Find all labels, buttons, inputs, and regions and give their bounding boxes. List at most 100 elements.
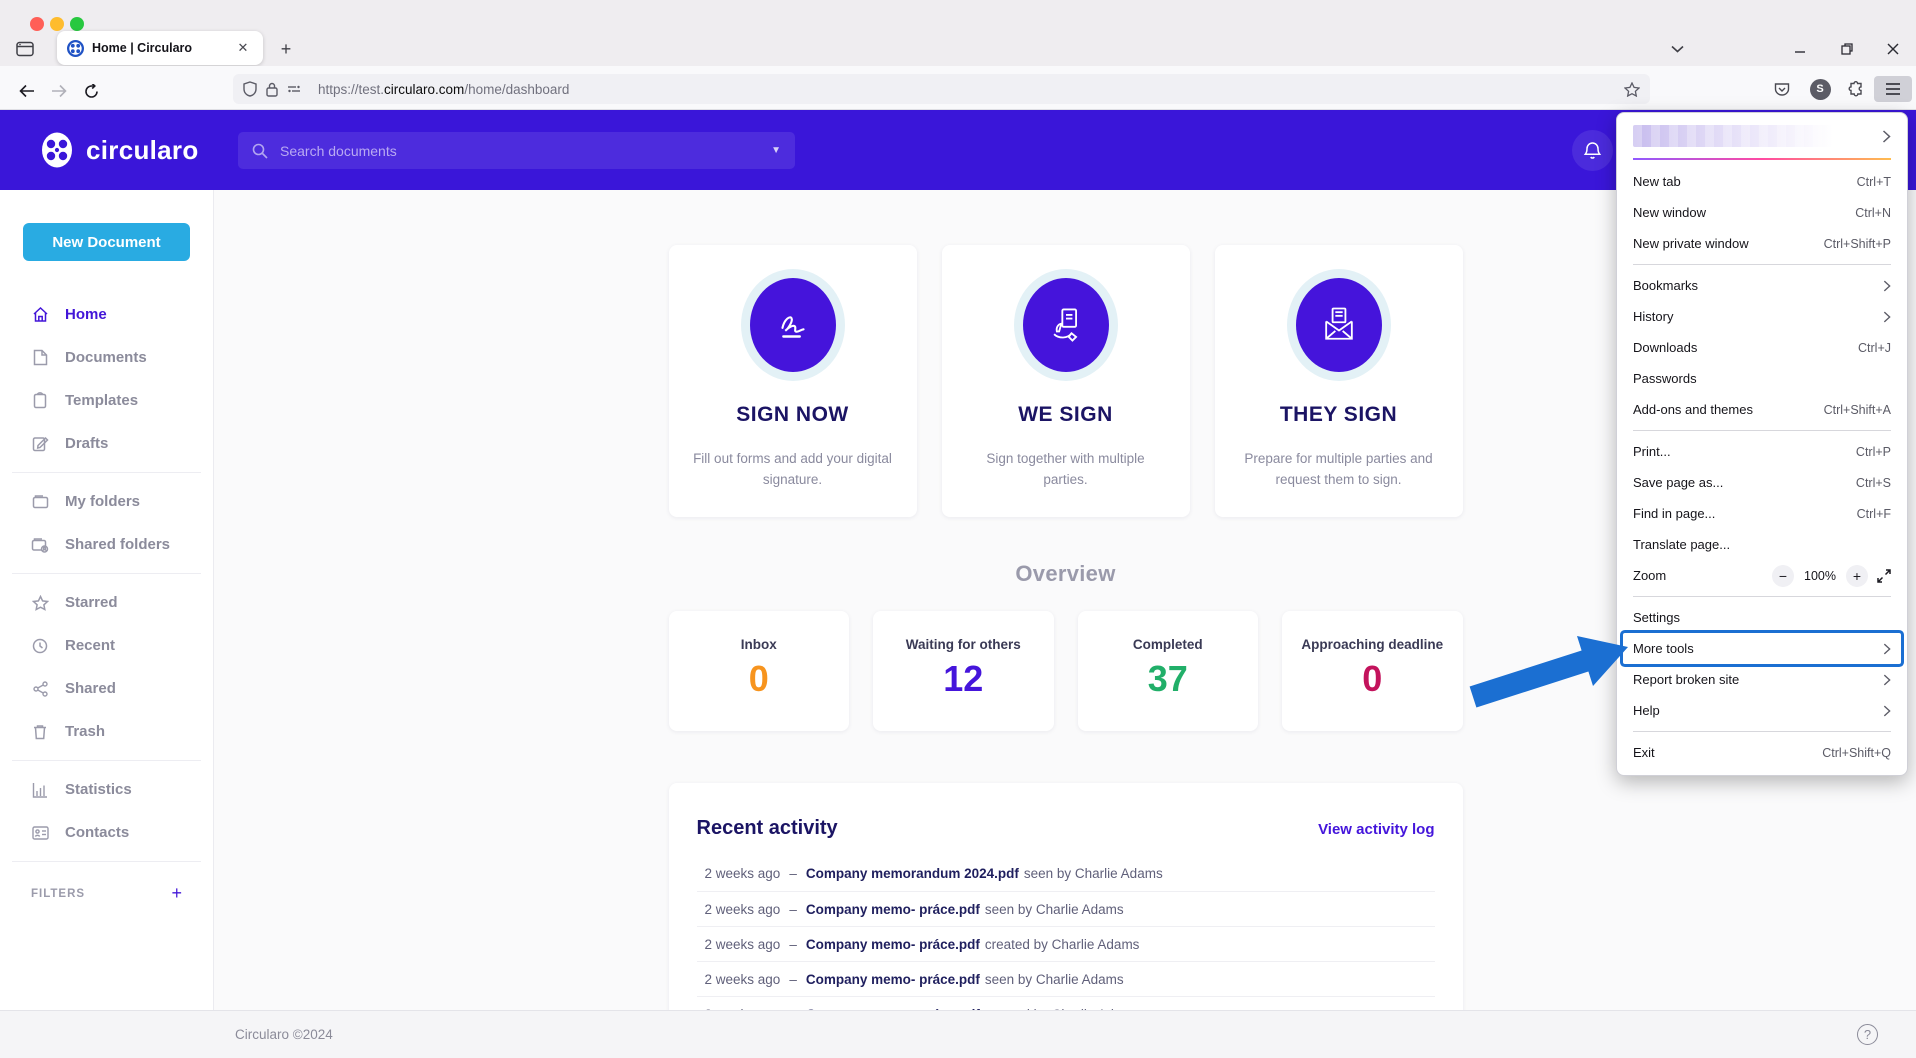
activity-row[interactable]: 2 weeks ago – Company memorandum 2024.pd…	[697, 856, 1435, 891]
menu-divider	[1633, 264, 1891, 265]
menu-item-history[interactable]: History	[1623, 301, 1901, 332]
menu-item-translate-page[interactable]: Translate page...	[1623, 529, 1901, 560]
search-input[interactable]	[278, 142, 771, 160]
stat-inbox[interactable]: Inbox 0	[669, 611, 850, 731]
menu-item-label: Print...	[1633, 444, 1856, 459]
pocket-icon[interactable]	[1768, 76, 1796, 102]
tracking-shield-icon[interactable]	[243, 81, 257, 97]
menu-item-report-broken-site[interactable]: Report broken site	[1623, 664, 1901, 695]
window-close-button[interactable]	[1879, 36, 1907, 62]
sidebar-item-statistics[interactable]: Statistics	[0, 768, 213, 811]
help-icon[interactable]: ?	[1857, 1024, 1878, 1045]
lock-icon[interactable]	[266, 82, 278, 97]
account-badge[interactable]: S	[1806, 76, 1834, 102]
activity-row[interactable]: 2 weeks ago – Company memo- práce.pdf se…	[697, 891, 1435, 926]
menu-item-more-tools[interactable]: More tools	[1623, 633, 1901, 664]
contact-card-icon	[31, 824, 49, 842]
menu-item-new-private-window[interactable]: New private windowCtrl+Shift+P	[1623, 228, 1901, 259]
extensions-icon[interactable]	[1842, 76, 1870, 102]
menu-item-addons-themes[interactable]: Add-ons and themesCtrl+Shift+A	[1623, 394, 1901, 425]
sidebar-item-documents[interactable]: Documents	[0, 336, 213, 379]
sidebar-item-drafts[interactable]: Drafts	[0, 422, 213, 465]
activity-action: seen by Charlie Adams	[985, 972, 1124, 987]
bookmark-star-icon[interactable]	[1624, 82, 1640, 97]
sidebar-item-label: Home	[65, 306, 107, 323]
menu-item-label: Settings	[1633, 610, 1891, 625]
sidebar-item-shared[interactable]: Shared	[0, 667, 213, 710]
sidebar-item-templates[interactable]: Templates	[0, 379, 213, 422]
sidebar-item-starred[interactable]: Starred	[0, 581, 213, 624]
menu-item-new-tab[interactable]: New tabCtrl+T	[1623, 166, 1901, 197]
zoom-out-button[interactable]: −	[1772, 565, 1794, 587]
sidebar-item-recent[interactable]: Recent	[0, 624, 213, 667]
menu-hamburger-icon[interactable]	[1874, 76, 1912, 102]
tab-close-icon[interactable]: ✕	[233, 38, 253, 58]
menu-item-passwords[interactable]: Passwords	[1623, 363, 1901, 394]
sidebar-item-contacts[interactable]: Contacts	[0, 811, 213, 854]
sidebar-item-home[interactable]: Home	[0, 293, 213, 336]
view-activity-log-link[interactable]: View activity log	[1318, 821, 1434, 838]
they-sign-card[interactable]: THEY SIGN Prepare for multiple parties a…	[1215, 245, 1463, 517]
zoom-level[interactable]: 100%	[1803, 569, 1837, 583]
activity-time: 2 weeks ago	[705, 972, 781, 987]
menu-item-help[interactable]: Help	[1623, 695, 1901, 726]
permissions-icon[interactable]	[287, 83, 301, 95]
menu-item-print[interactable]: Print...Ctrl+P	[1623, 436, 1901, 467]
stat-waiting-for-others[interactable]: Waiting for others 12	[873, 611, 1054, 731]
menu-account-row[interactable]	[1623, 119, 1901, 153]
activity-time: 2 weeks ago	[705, 937, 781, 952]
sidebar-item-my-folders[interactable]: My folders	[0, 480, 213, 523]
activity-file-link[interactable]: Company memo- práce.pdf	[806, 972, 980, 987]
sidebar-item-label: Contacts	[65, 824, 129, 841]
reload-icon[interactable]	[78, 78, 104, 104]
new-tab-button[interactable]: +	[274, 37, 298, 61]
stat-completed[interactable]: Completed 37	[1078, 611, 1259, 731]
sidebar-item-label: Recent	[65, 637, 115, 654]
overview-heading: Overview	[669, 561, 1463, 587]
menu-item-find-in-page[interactable]: Find in page...Ctrl+F	[1623, 498, 1901, 529]
stat-value: 0	[1282, 658, 1463, 700]
activity-file-link[interactable]: Company memo- práce.pdf	[806, 937, 980, 952]
sidebar-item-trash[interactable]: Trash	[0, 710, 213, 753]
menu-item-label: Downloads	[1633, 340, 1858, 355]
list-all-tabs-icon[interactable]	[1664, 38, 1690, 60]
macos-zoom-button[interactable]	[70, 17, 84, 31]
firefox-view-icon[interactable]	[12, 36, 38, 62]
sidebar-item-shared-folders[interactable]: Shared folders	[0, 523, 213, 566]
activity-row[interactable]: 2 weeks ago – Company memo- práce.pdf se…	[697, 961, 1435, 996]
sign-now-card[interactable]: SIGN NOW Fill out forms and add your dig…	[669, 245, 917, 517]
menu-item-exit[interactable]: ExitCtrl+Shift+Q	[1623, 737, 1901, 768]
macos-close-button[interactable]	[30, 17, 44, 31]
activity-file-link[interactable]: Company memo- práce.pdf	[806, 902, 980, 917]
app-footer: Circularo ©2024 ?	[0, 1010, 1916, 1058]
tab-favicon	[67, 40, 84, 57]
window-restore-button[interactable]	[1833, 36, 1861, 62]
menu-item-new-window[interactable]: New windowCtrl+N	[1623, 197, 1901, 228]
circularo-logo[interactable]: circularo	[38, 131, 199, 169]
menu-item-save-page-as[interactable]: Save page as...Ctrl+S	[1623, 467, 1901, 498]
url-bar[interactable]: https://test.circularo.com/home/dashboar…	[233, 74, 1650, 104]
sidebar-item-label: Shared	[65, 680, 116, 697]
menu-item-downloads[interactable]: DownloadsCtrl+J	[1623, 332, 1901, 363]
macos-minimize-button[interactable]	[50, 17, 64, 31]
notifications-bell-icon[interactable]	[1572, 130, 1613, 171]
fullscreen-icon[interactable]	[1877, 569, 1891, 583]
zoom-in-button[interactable]: +	[1846, 565, 1868, 587]
browser-tab[interactable]: Home | Circularo ✕	[57, 31, 263, 65]
tab-strip: Home | Circularo ✕ +	[0, 0, 1916, 66]
chevron-right-icon	[1883, 280, 1891, 292]
back-icon[interactable]	[14, 78, 40, 104]
menu-item-bookmarks[interactable]: Bookmarks	[1623, 270, 1901, 301]
menu-item-label: Translate page...	[1633, 537, 1891, 552]
document-search-bar[interactable]: ▼	[238, 132, 795, 169]
new-document-button[interactable]: New Document	[23, 223, 190, 261]
activity-row[interactable]: 2 weeks ago – Company memo- práce.pdf cr…	[697, 926, 1435, 961]
menu-item-settings[interactable]: Settings	[1623, 602, 1901, 633]
forward-icon[interactable]	[46, 78, 72, 104]
stat-approaching-deadline[interactable]: Approaching deadline 0	[1282, 611, 1463, 731]
add-filter-icon[interactable]: +	[171, 883, 182, 904]
search-scope-caret-icon[interactable]: ▼	[771, 145, 781, 156]
we-sign-card[interactable]: WE SIGN Sign together with multiple part…	[942, 245, 1190, 517]
window-minimize-button[interactable]	[1786, 36, 1814, 62]
activity-file-link[interactable]: Company memorandum 2024.pdf	[806, 866, 1019, 881]
